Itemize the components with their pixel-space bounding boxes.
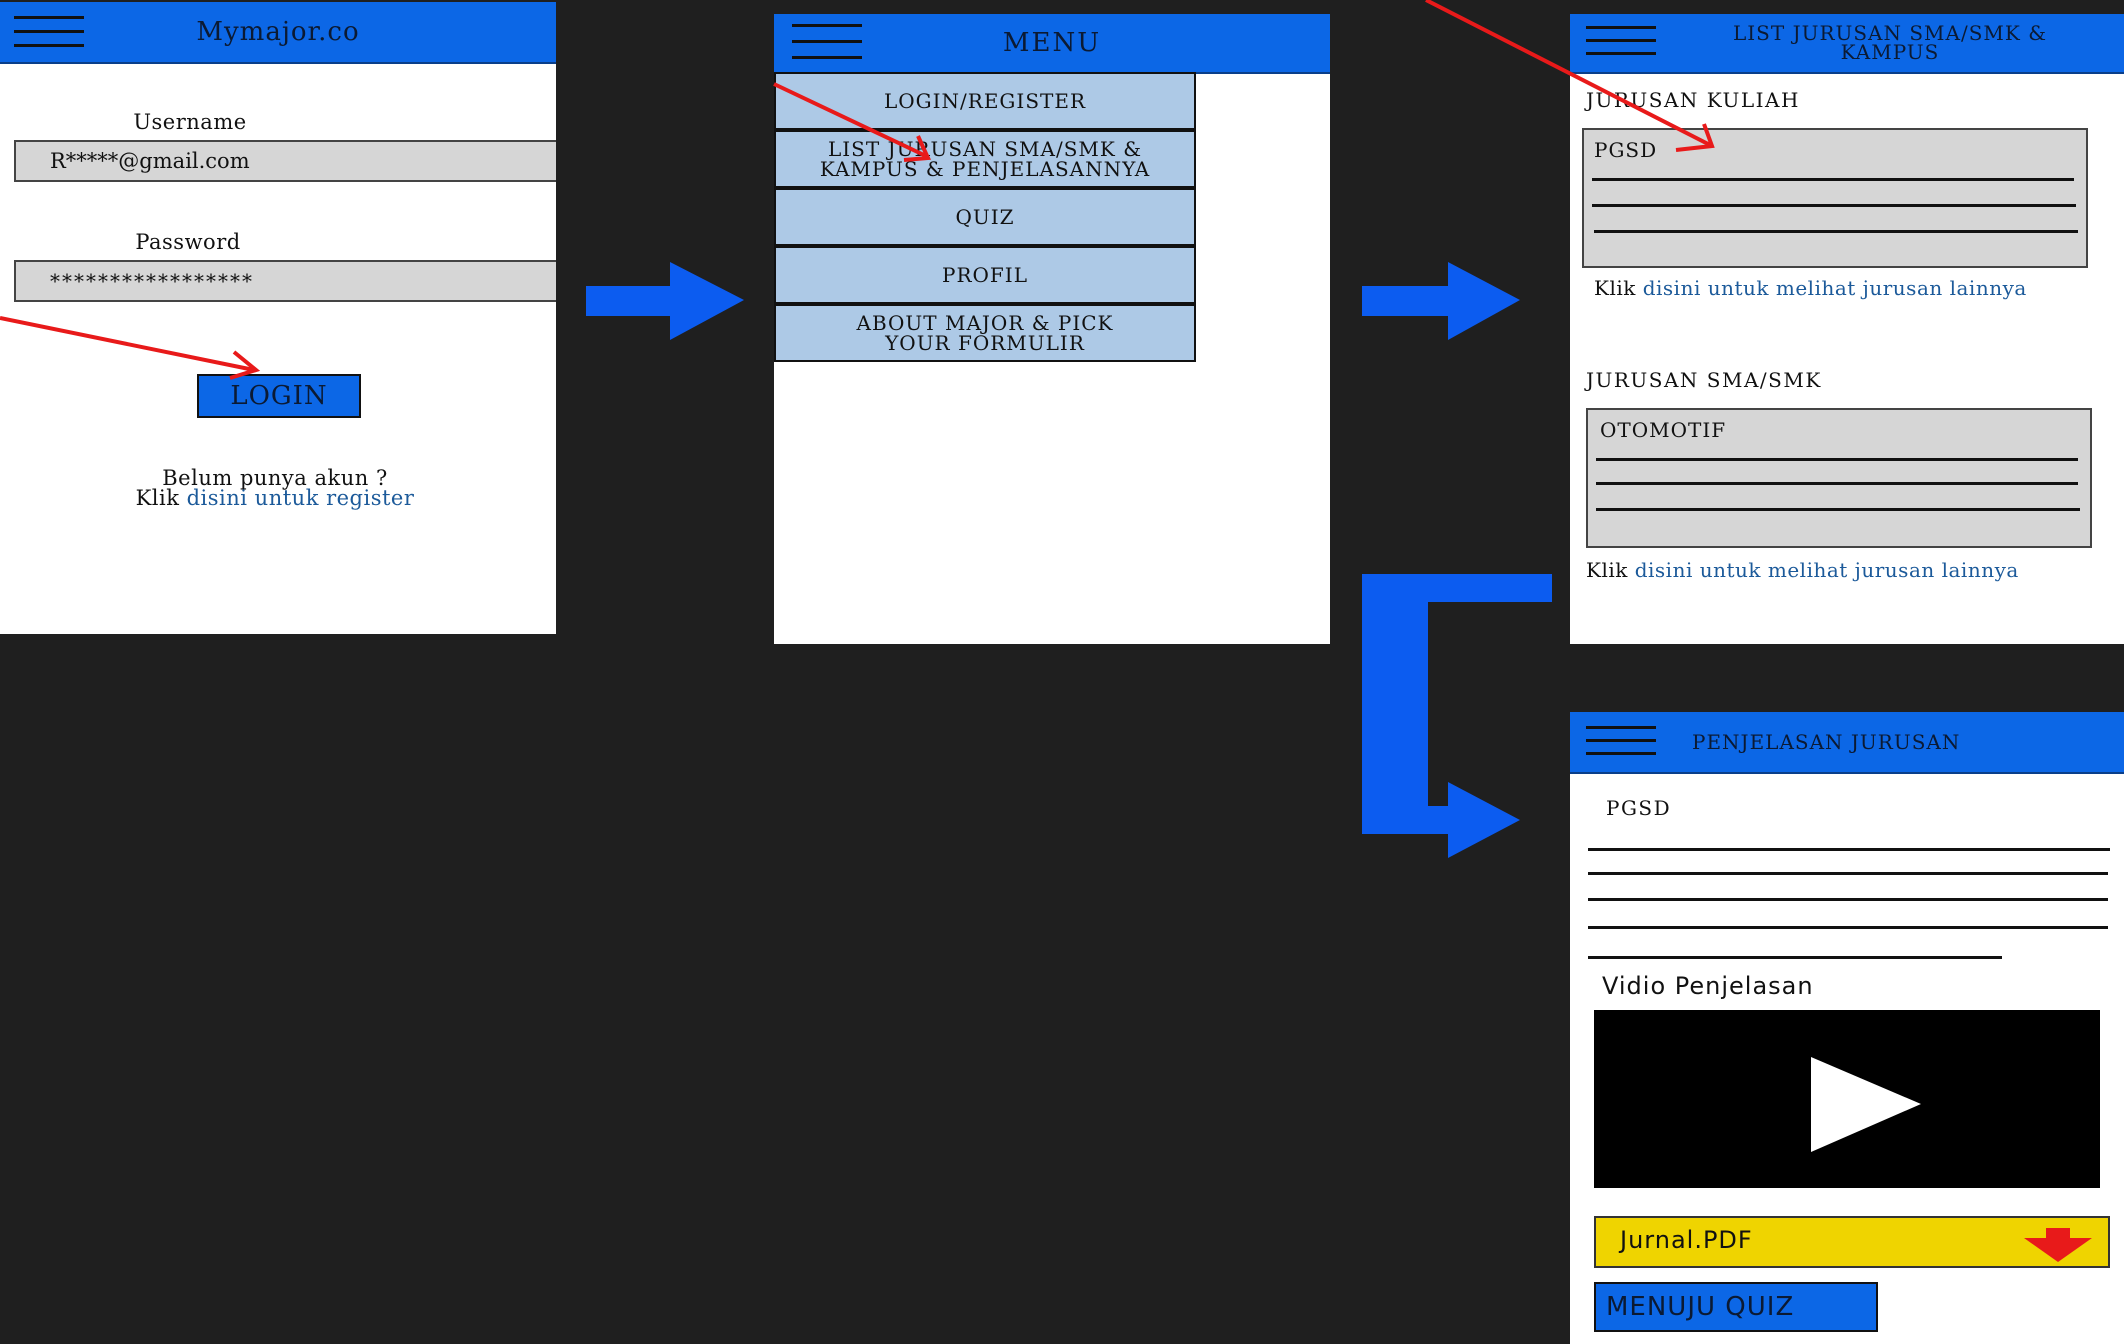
sma-card[interactable]: OTOMOTIF bbox=[1586, 408, 2092, 548]
list-jurusan-screen: LIST JURUSAN SMA/SMK & KAMPUS JURUSAN KU… bbox=[1570, 14, 2124, 644]
hamburger-menu-icon[interactable] bbox=[792, 24, 862, 60]
sma-more-prefix: Klik bbox=[1586, 558, 1635, 582]
video-heading: Vidio Penjelasan bbox=[1602, 972, 1814, 1000]
password-label: Password bbox=[135, 230, 241, 254]
text-line bbox=[1592, 178, 2074, 181]
video-player[interactable] bbox=[1594, 1010, 2100, 1188]
username-field[interactable]: R*****@gmail.com bbox=[14, 140, 556, 182]
penjelasan-header: PENJELASAN JURUSAN bbox=[1570, 712, 2124, 774]
menu-item-quiz[interactable]: QUIZ bbox=[774, 188, 1196, 246]
text-line bbox=[1594, 230, 2078, 233]
login-button[interactable]: LOGIN bbox=[197, 374, 361, 418]
penjelasan-title: PENJELASAN JURUSAN bbox=[1692, 730, 1961, 754]
major-name: PGSD bbox=[1606, 796, 1672, 820]
text-line bbox=[1588, 898, 2108, 901]
download-arrow-icon[interactable] bbox=[2018, 1220, 2108, 1270]
hamburger-menu-icon[interactable] bbox=[1586, 726, 1656, 756]
flow-arrow-menu-to-list bbox=[1362, 262, 1520, 340]
kuliah-more-link[interactable]: disini untuk melihat jurusan lainnya bbox=[1643, 276, 2027, 300]
text-line bbox=[1588, 926, 2108, 929]
username-label: Username bbox=[133, 110, 247, 134]
text-line bbox=[1588, 872, 2108, 875]
flow-arrow-login-to-menu bbox=[586, 262, 744, 340]
hamburger-menu-icon[interactable] bbox=[1586, 26, 1656, 56]
kuliah-heading: JURUSAN KULIAH bbox=[1586, 88, 1800, 112]
password-field[interactable]: ***************** bbox=[14, 260, 556, 302]
login-header: Mymajor.co bbox=[0, 2, 556, 64]
text-line bbox=[1588, 956, 2002, 959]
list-title: LIST JURUSAN SMA/SMK & KAMPUS bbox=[1732, 21, 2047, 64]
pdf-download-bar[interactable]: Jurnal.PDF bbox=[1594, 1216, 2110, 1268]
menu-item-profil[interactable]: PROFIL bbox=[774, 246, 1196, 304]
flow-arrow-list-to-detail bbox=[1362, 574, 1552, 858]
login-screen: Mymajor.co Username R*****@gmail.com Pas… bbox=[0, 2, 556, 634]
text-line bbox=[1588, 848, 2110, 851]
kuliah-more-text: Klik disini untuk melihat jurusan lainny… bbox=[1594, 278, 2054, 298]
menu-title: MENU bbox=[1002, 28, 1102, 58]
sma-heading: JURUSAN SMA/SMK bbox=[1586, 368, 1822, 392]
menu-screen: MENU LOGIN/REGISTER LIST JURUSAN SMA/SMK… bbox=[774, 14, 1330, 644]
register-prefix: Klik bbox=[135, 486, 187, 510]
text-line bbox=[1596, 458, 2078, 461]
list-header: LIST JURUSAN SMA/SMK & KAMPUS bbox=[1570, 14, 2124, 74]
text-line bbox=[1592, 204, 2076, 207]
menu-item-login-register[interactable]: LOGIN/REGISTER bbox=[774, 72, 1196, 130]
sma-more-text: Klik disini untuk melihat jurusan lainny… bbox=[1586, 560, 2046, 580]
kuliah-card-title: PGSD bbox=[1594, 138, 1658, 162]
menu-item-about-major[interactable]: ABOUT MAJOR & PICK YOUR FORMULIR bbox=[774, 304, 1196, 362]
sma-card-title: OTOMOTIF bbox=[1600, 418, 1727, 442]
kuliah-card[interactable]: PGSD bbox=[1582, 128, 2088, 268]
pdf-label: Jurnal.PDF bbox=[1620, 1226, 1753, 1254]
register-line: Klik disini untuk register bbox=[40, 486, 510, 510]
menu-item-list-jurusan[interactable]: LIST JURUSAN SMA/SMK & KAMPUS & PENJELAS… bbox=[774, 130, 1196, 188]
kuliah-more-prefix: Klik bbox=[1594, 276, 1643, 300]
play-icon[interactable] bbox=[1594, 1010, 2100, 1188]
menu-header: MENU bbox=[774, 14, 1330, 74]
app-title: Mymajor.co bbox=[196, 17, 360, 47]
sma-more-link[interactable]: disini untuk melihat jurusan lainnya bbox=[1635, 558, 2019, 582]
text-line bbox=[1596, 508, 2080, 511]
menuju-quiz-button[interactable]: MENUJU QUIZ bbox=[1594, 1282, 1878, 1332]
hamburger-menu-icon[interactable] bbox=[14, 16, 84, 48]
text-line bbox=[1596, 482, 2078, 485]
penjelasan-screen: PENJELASAN JURUSAN PGSD Vidio Penjelasan… bbox=[1570, 712, 2124, 1344]
register-link[interactable]: disini untuk register bbox=[187, 486, 415, 510]
